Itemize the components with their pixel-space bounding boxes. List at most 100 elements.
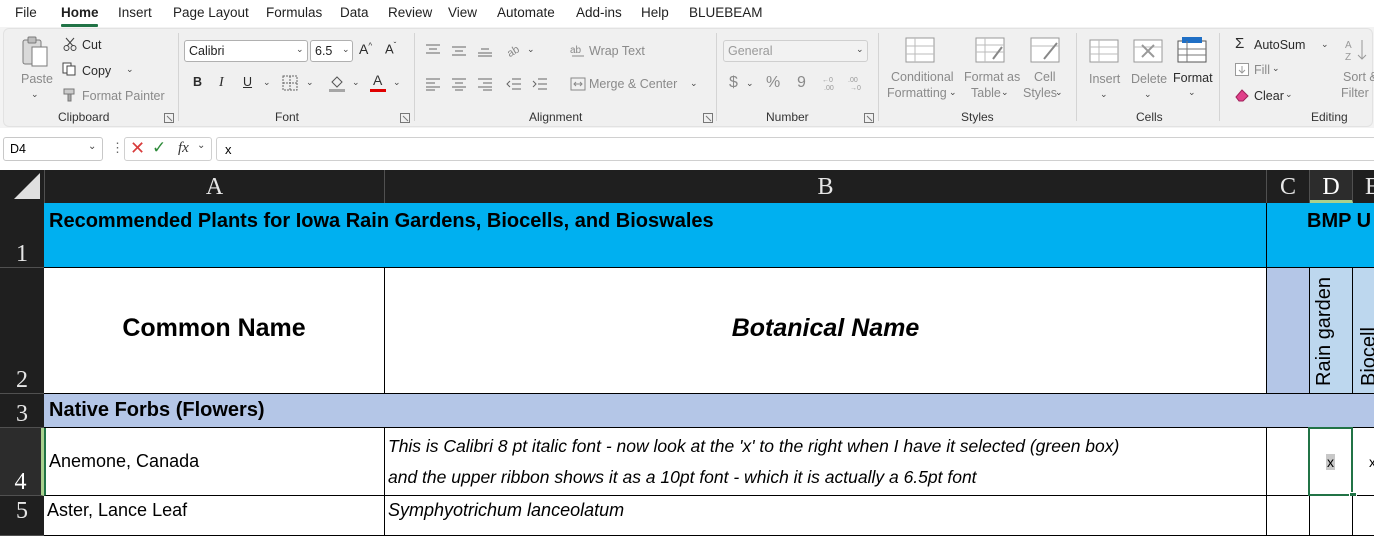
cell-a5[interactable]: Aster, Lance Leaf	[44, 496, 385, 536]
autosum-icon[interactable]: Σ	[1235, 35, 1244, 52]
cut-button[interactable]: Cut	[82, 38, 101, 52]
cell-e2[interactable]: Biocell	[1353, 268, 1374, 394]
section-header-cell[interactable]: Native Forbs (Flowers)	[44, 394, 1374, 428]
copy-icon[interactable]	[62, 62, 76, 76]
menu-data[interactable]: Data	[340, 5, 369, 20]
align-bottom-icon[interactable]	[477, 43, 493, 57]
menu-home[interactable]: Home	[61, 5, 99, 20]
menu-file[interactable]: File	[15, 5, 37, 20]
font-name-select[interactable]: Calibri	[184, 40, 308, 62]
botanical-name-header-cell[interactable]: Botanical Name	[385, 268, 1267, 394]
font-launcher-icon[interactable]	[400, 111, 410, 123]
formula-input[interactable]: x	[216, 137, 1374, 161]
orientation-chevron-icon[interactable]: ⌄	[527, 44, 535, 55]
cancel-entry-icon[interactable]: ✕	[130, 138, 145, 159]
menu-formulas[interactable]: Formulas	[266, 5, 322, 20]
enter-entry-icon[interactable]: ✓	[152, 138, 166, 158]
copy-chevron-icon[interactable]: ⌄	[126, 64, 134, 75]
decrease-font-size-icon[interactable]: Aˇ	[385, 41, 396, 56]
insert-function-icon[interactable]: fx	[178, 140, 189, 157]
align-top-icon[interactable]	[425, 43, 441, 57]
orientation-icon[interactable]: ab	[505, 41, 523, 60]
conditional-formatting-label-1[interactable]: Conditional	[891, 70, 954, 84]
autosum-button[interactable]: AutoSum	[1254, 38, 1305, 52]
wrap-text-icon[interactable]: ab	[570, 42, 586, 58]
cut-icon[interactable]	[63, 37, 77, 51]
bold-button[interactable]: B	[193, 75, 202, 89]
menu-page-layout[interactable]: Page Layout	[173, 5, 249, 20]
format-painter-icon[interactable]	[63, 88, 77, 102]
sort-filter-icon[interactable]: AZ	[1344, 37, 1372, 63]
menu-automate[interactable]: Automate	[497, 5, 555, 20]
sort-filter-label-2[interactable]: Filter	[1341, 86, 1369, 100]
currency-button[interactable]: $	[729, 74, 738, 92]
format-cells-button[interactable]: Format	[1173, 71, 1213, 85]
menu-view[interactable]: View	[448, 5, 477, 20]
font-size-chevron-icon[interactable]: ⌄	[342, 44, 350, 55]
paste-icon[interactable]	[20, 35, 50, 69]
cell-c4[interactable]	[1267, 428, 1310, 496]
conditional-formatting-chevron-icon[interactable]: ⌄	[949, 87, 957, 98]
column-header-a[interactable]: A	[45, 170, 385, 203]
number-format-select[interactable]: General	[723, 40, 868, 62]
conditional-formatting-icon[interactable]	[905, 37, 935, 63]
percent-button[interactable]: %	[766, 74, 780, 92]
decrease-indent-icon[interactable]	[506, 77, 522, 91]
increase-decimal-icon[interactable]: ←0.00	[822, 74, 840, 92]
cell-styles-label-1[interactable]: Cell	[1034, 70, 1056, 84]
merge-center-icon[interactable]	[570, 76, 586, 92]
number-format-chevron-icon[interactable]: ⌄	[856, 44, 864, 55]
cell-e4[interactable]: x	[1353, 428, 1374, 496]
borders-icon[interactable]	[282, 75, 298, 91]
cell-styles-label-2[interactable]: Styles	[1023, 86, 1057, 100]
borders-chevron-icon[interactable]: ⌄	[306, 77, 314, 88]
clipboard-launcher-icon[interactable]	[164, 111, 174, 123]
italic-button[interactable]: I	[219, 75, 224, 91]
insert-cells-button[interactable]: Insert	[1089, 72, 1120, 86]
fill-button[interactable]: Fill	[1254, 63, 1270, 77]
underline-chevron-icon[interactable]: ⌄	[263, 77, 271, 88]
fx-chevron-icon[interactable]: ⌄	[197, 140, 205, 151]
clear-chevron-icon[interactable]: ⌄	[1285, 89, 1293, 100]
format-cells-icon[interactable]	[1177, 37, 1207, 63]
row-header-4[interactable]: 4	[0, 428, 44, 496]
font-color-icon[interactable]: A	[369, 72, 387, 94]
align-right-icon[interactable]	[477, 77, 493, 91]
bmp-header-cell[interactable]: BMP U	[1267, 203, 1374, 268]
cell-styles-icon[interactable]	[1030, 37, 1060, 63]
select-all-button[interactable]	[0, 170, 45, 203]
format-painter-button[interactable]: Format Painter	[82, 89, 165, 103]
insert-cells-chevron-icon[interactable]: ⌄	[1100, 89, 1108, 100]
cell-c5[interactable]	[1267, 496, 1310, 536]
format-as-table-chevron-icon[interactable]: ⌄	[1001, 87, 1009, 98]
currency-chevron-icon[interactable]: ⌄	[746, 78, 754, 89]
copy-button[interactable]: Copy	[82, 64, 111, 78]
menu-review[interactable]: Review	[388, 5, 432, 20]
font-name-chevron-icon[interactable]: ⌄	[296, 44, 304, 55]
fill-icon[interactable]	[1235, 63, 1249, 76]
row-header-2[interactable]: 2	[0, 268, 44, 394]
wrap-text-button[interactable]: Wrap Text	[589, 44, 645, 58]
common-name-header-cell[interactable]: Common Name	[44, 268, 385, 394]
align-middle-icon[interactable]	[451, 43, 467, 57]
cell-d2[interactable]: Rain garden	[1310, 268, 1353, 394]
format-cells-chevron-icon[interactable]: ⌄	[1188, 87, 1196, 98]
paste-button-label[interactable]: Paste	[21, 72, 53, 86]
format-as-table-label-1[interactable]: Format as	[964, 70, 1020, 84]
menu-help[interactable]: Help	[641, 5, 669, 20]
row-header-1[interactable]: 1	[0, 203, 44, 268]
menu-bluebeam[interactable]: BLUEBEAM	[689, 5, 763, 20]
delete-cells-button[interactable]: Delete	[1131, 72, 1167, 86]
alignment-launcher-icon[interactable]	[703, 111, 713, 123]
decrease-decimal-icon[interactable]: .00 →0	[848, 74, 866, 92]
column-header-e[interactable]: E	[1353, 170, 1374, 203]
menu-addins[interactable]: Add-ins	[576, 5, 622, 20]
paste-chevron-icon[interactable]: ⌄	[31, 89, 39, 100]
cell-a4[interactable]: Anemone, Canada	[44, 428, 385, 496]
menu-insert[interactable]: Insert	[118, 5, 152, 20]
cell-b5[interactable]: Symphyotrichum lanceolatum	[385, 496, 1267, 536]
column-header-c[interactable]: C	[1267, 170, 1310, 203]
underline-button[interactable]: U	[243, 75, 252, 89]
cell-d5[interactable]	[1310, 496, 1353, 536]
increase-font-size-icon[interactable]: A^	[359, 41, 372, 57]
